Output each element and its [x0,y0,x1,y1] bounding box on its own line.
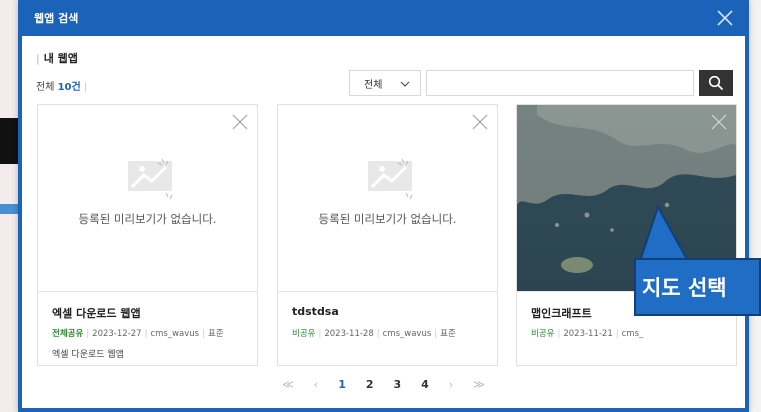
delete-icon[interactable] [710,113,728,131]
prev-page-button[interactable]: ‹ [314,378,318,391]
card-title: tdstdsa [292,305,339,318]
card-thumbnail: 등록된 미리보기가 없습니다. [278,105,497,291]
delete-icon[interactable] [231,113,249,131]
search-button[interactable] [699,70,733,96]
modal-header: 웹앱 검색 [22,0,745,36]
chevron-down-icon [400,81,410,87]
card-meta: 비공유 | 2023-11-21 | cms_ [531,329,644,339]
search-icon [708,75,724,91]
divider [38,291,257,292]
card-description: 엑셀 다운로드 웹앱 [52,350,124,360]
page-button-3[interactable]: 3 [394,378,402,391]
delete-icon[interactable] [471,113,489,131]
webapp-card[interactable]: 등록된 미리보기가 없습니다. 엑셀 다운로드 웹앱 전체공유 | 2023-12-… [37,104,258,366]
last-page-button[interactable]: ≫ [473,378,485,391]
section-title: | 내 웹앱 [36,52,78,65]
no-preview-icon [128,158,173,199]
card-meta: 비공유 | 2023-11-28 | cms_wavus | 표준 [292,329,456,339]
scope-filter-select[interactable]: 전체 [349,70,421,96]
next-page-button[interactable]: › [449,378,453,391]
webapp-card[interactable]: 등록된 미리보기가 없습니다. tdstdsa 비공유 | 2023-11-28 | c… [277,104,498,366]
close-icon[interactable] [713,6,737,30]
first-page-button[interactable]: ≪ [282,378,294,391]
pagination: ≪ ‹ 1 2 3 4 › ≫ [22,378,745,391]
card-title: 엑셀 다운로드 웹앱 [52,307,141,320]
card-meta: 전체공유 | 2023-12-27 | cms_wavus | 표준 [52,329,224,339]
total-count: 전체 10건 | [36,82,88,93]
no-preview-text: 등록된 미리보기가 없습니다. [318,212,457,226]
page-button-2[interactable]: 2 [366,378,374,391]
page-button-1[interactable]: 1 [338,378,346,391]
annotation-callout: 지도 선택 [634,258,761,316]
divider [278,291,497,292]
webapp-card[interactable]: 맵인크래프트 비공유 | 2023-11-21 | cms_ [516,104,737,366]
callout-pointer [638,205,690,262]
card-title: 맵인크래프트 [531,307,592,320]
no-preview-text: 등록된 미리보기가 없습니다. [78,212,217,226]
search-input[interactable] [426,70,694,96]
card-thumbnail: 등록된 미리보기가 없습니다. [38,105,257,291]
page-button-4[interactable]: 4 [421,378,429,391]
modal-title: 웹앱 검색 [34,12,79,25]
no-preview-icon [368,158,413,199]
